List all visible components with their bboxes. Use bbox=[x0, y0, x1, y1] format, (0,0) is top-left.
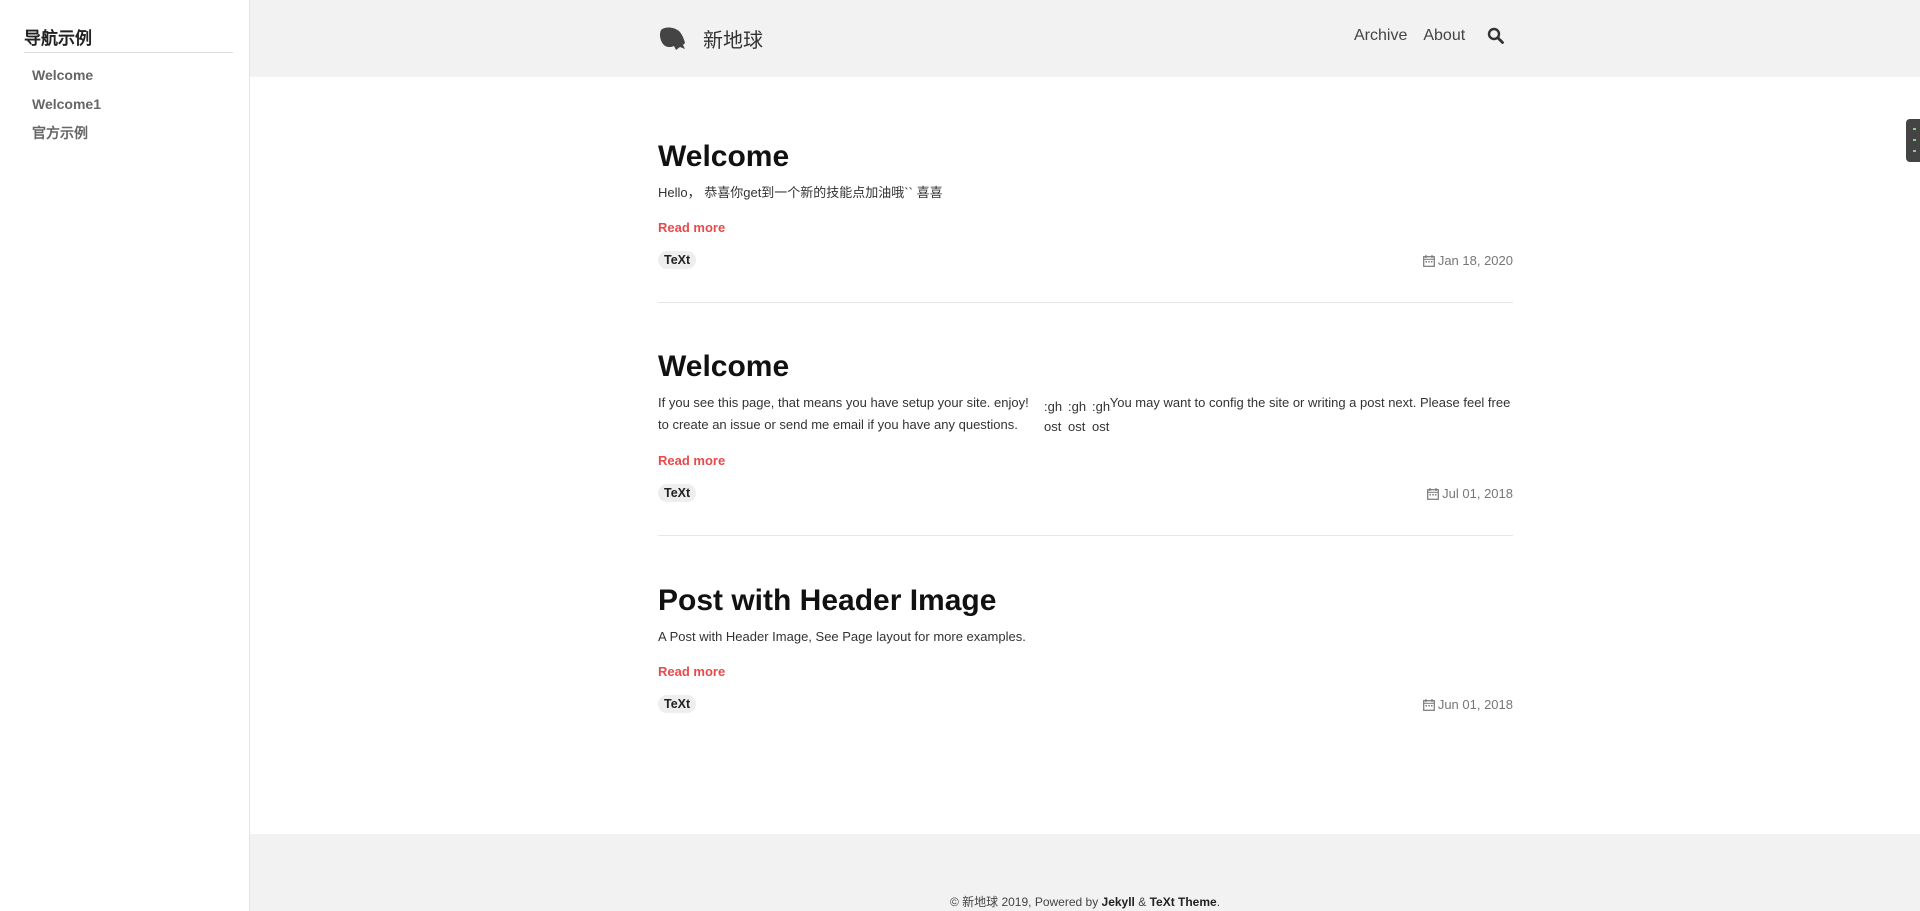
read-more-link[interactable]: Read more bbox=[658, 664, 725, 679]
post-date: Jun 01, 2018 bbox=[1422, 697, 1513, 712]
post-title[interactable]: Welcome bbox=[658, 139, 1513, 175]
post-date-text: Jun 01, 2018 bbox=[1437, 697, 1513, 712]
read-more-link[interactable]: Read more bbox=[658, 453, 725, 468]
post-title[interactable]: Post with Header Image bbox=[658, 583, 1513, 619]
main-nav: Archive About bbox=[1354, 27, 1505, 45]
footer-amp: & bbox=[1134, 895, 1150, 909]
post-date: Jan 18, 2020 bbox=[1422, 253, 1513, 268]
post-tag[interactable]: TeXt bbox=[658, 484, 697, 502]
widget-indicator bbox=[1913, 150, 1916, 152]
calendar-icon bbox=[1427, 487, 1440, 500]
read-more-link[interactable]: Read more bbox=[658, 220, 725, 235]
post-item: Welcome Hello， 恭喜你get到一个新的技能点加油哦`` 喜喜 Re… bbox=[658, 139, 1513, 269]
post-divider bbox=[658, 535, 1513, 536]
post-tag[interactable]: TeXt bbox=[658, 695, 697, 713]
sidebar-list: Welcome Welcome1 官方示例 bbox=[32, 66, 101, 153]
post-date: Jul 01, 2018 bbox=[1427, 486, 1513, 501]
calendar-icon bbox=[1422, 698, 1435, 711]
post-excerpt: A Post with Header Image, See Page layou… bbox=[658, 629, 1026, 644]
search-icon[interactable] bbox=[1487, 27, 1505, 45]
nav-archive-link[interactable]: Archive bbox=[1354, 27, 1407, 45]
footer-copyright: © 新地球 2019, Powered by bbox=[949, 895, 1102, 909]
post-tag[interactable]: TeXt bbox=[658, 251, 697, 269]
sidebar-item-welcome1[interactable]: Welcome1 bbox=[32, 95, 101, 124]
post-excerpt-part1: If you see this page, that means you hav… bbox=[658, 395, 1029, 410]
broken-image: :gh ost: bbox=[1092, 397, 1110, 437]
footer-jekyll-link[interactable]: Jekyll bbox=[1102, 895, 1135, 909]
calendar-icon bbox=[1422, 254, 1435, 267]
post-divider bbox=[658, 302, 1513, 303]
post-item: Post with Header Image A Post with Heade… bbox=[658, 583, 1513, 713]
broken-image: :gh ost: bbox=[1068, 397, 1086, 437]
post-date-text: Jan 18, 2020 bbox=[1437, 253, 1513, 268]
nav-about-link[interactable]: About bbox=[1423, 27, 1465, 45]
site-footer: © 新地球 2019, Powered by Jekyll & TeXt The… bbox=[250, 834, 1920, 911]
post-date-text: Jul 01, 2018 bbox=[1442, 486, 1513, 501]
ginkgo-leaf-logo-icon bbox=[659, 26, 685, 50]
footer-suffix: . bbox=[1216, 895, 1221, 909]
broken-image: :gh ost: bbox=[1044, 397, 1062, 437]
footer-credits: © 新地球 2019, Powered by Jekyll & TeXt The… bbox=[250, 893, 1920, 910]
broken-emoji-images: :gh ost: :gh ost: :gh ost: bbox=[1044, 397, 1110, 437]
sidebar-item-official-examples[interactable]: 官方示例 bbox=[32, 124, 101, 153]
sidebar: 导航示例 Welcome Welcome1 官方示例 bbox=[0, 0, 250, 911]
site-brand[interactable]: 新地球 bbox=[658, 24, 763, 53]
post-excerpt: Hello， 恭喜你get到一个新的技能点加油哦`` 喜喜 bbox=[658, 185, 943, 200]
side-toolbar-widget[interactable] bbox=[1906, 119, 1920, 162]
post-title[interactable]: Welcome bbox=[658, 349, 1513, 385]
sidebar-item-welcome[interactable]: Welcome bbox=[32, 66, 101, 95]
post-item: Welcome If you see this page, that means… bbox=[658, 349, 1513, 502]
sidebar-title: 导航示例 bbox=[24, 24, 233, 53]
site-header: 新地球 Archive About bbox=[250, 0, 1920, 77]
widget-indicator bbox=[1913, 128, 1916, 130]
footer-theme-link[interactable]: TeXt Theme bbox=[1150, 895, 1217, 909]
site-name: 新地球 bbox=[703, 28, 763, 52]
widget-indicator bbox=[1913, 139, 1916, 141]
